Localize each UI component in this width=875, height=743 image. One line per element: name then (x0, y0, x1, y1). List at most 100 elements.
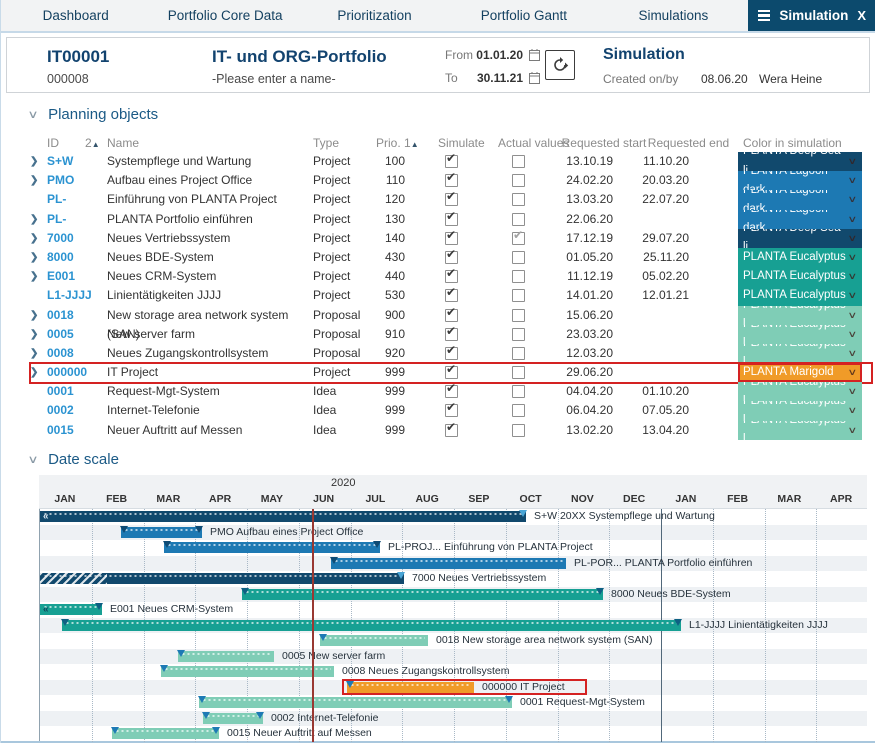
expand-chevron-icon[interactable] (30, 421, 42, 440)
nav-item-simulations[interactable]: Simulations (599, 0, 748, 31)
expand-chevron-icon[interactable]: ❯ (30, 344, 42, 363)
checkbox[interactable]: ✔ (445, 289, 458, 302)
chevron-down-icon[interactable]: ∨ (848, 267, 858, 286)
expand-chevron-icon[interactable]: ❯ (30, 267, 42, 286)
expand-chevron-icon[interactable] (30, 401, 42, 420)
row-id-link[interactable]: S+W 20XX (47, 152, 105, 171)
close-tab-icon[interactable]: X (857, 8, 866, 23)
table-row-pl-portfo-[interactable]: ❯PL-PORTFO...PLANTA Portfolio einführenP… (1, 210, 875, 229)
col-header-prio[interactable]: Prio. 1▲ (376, 136, 419, 150)
gantt-bar[interactable] (320, 635, 428, 646)
color-in-simulation-dropdown[interactable]: PLANTA Eucalyptus l...∨ (738, 344, 862, 363)
chevron-down-icon[interactable]: ∨ (27, 108, 38, 121)
color-in-simulation-dropdown[interactable]: PLANTA Eucalyptus∨ (738, 267, 862, 286)
chevron-down-icon[interactable]: ∨ (848, 190, 858, 209)
expand-chevron-icon[interactable] (30, 382, 42, 401)
checkbox[interactable]: ✔ (445, 232, 458, 245)
refresh-button[interactable] (545, 50, 575, 80)
calendar-icon[interactable] (529, 71, 540, 89)
chevron-down-icon[interactable]: ∨ (848, 152, 858, 171)
from-date-field[interactable]: 01.01.20 (475, 48, 523, 62)
checkbox[interactable]: ✔ (445, 404, 458, 417)
table-row-pl-project[interactable]: PL-PROJECTEinführung von PLANTA ProjectP… (1, 190, 875, 209)
color-in-simulation-dropdown[interactable]: PLANTA Lagoon dark∨ (738, 190, 862, 209)
chevron-down-icon[interactable]: ∨ (848, 248, 858, 267)
checkbox[interactable]: ✔ (445, 213, 458, 226)
nav-item-portfolio-core-data[interactable]: Portfolio Core Data (150, 0, 299, 31)
color-in-simulation-dropdown[interactable]: PLANTA Deep Sea li...∨ (738, 229, 862, 248)
checkbox[interactable]: ✔ (445, 328, 458, 341)
expand-chevron-icon[interactable]: ❯ (30, 363, 42, 382)
color-in-simulation-dropdown[interactable]: PLANTA Eucalyptus l...∨ (738, 401, 862, 420)
table-row-pmo[interactable]: ❯PMOAufbau eines Project OfficeProject11… (1, 171, 875, 190)
chevron-down-icon[interactable]: ∨ (848, 344, 858, 363)
row-id-link[interactable]: PMO (47, 171, 105, 190)
table-row-8000[interactable]: ❯8000Neues BDE-SystemProject430✔01.05.20… (1, 248, 875, 267)
gantt-bar[interactable] (203, 713, 263, 724)
checkbox[interactable]: ✔ (445, 174, 458, 187)
table-row-0002[interactable]: 0002Internet-TelefonieIdea999✔06.04.2007… (1, 401, 875, 420)
checkbox[interactable]: ✔ (445, 155, 458, 168)
checkbox[interactable]: ✔ (445, 424, 458, 437)
gantt-bar[interactable]: « (40, 604, 102, 615)
expand-chevron-icon[interactable] (30, 190, 42, 209)
date-scale-section-header[interactable]: ∨ Date scale (29, 451, 119, 468)
checkbox[interactable]: ✔ (445, 385, 458, 398)
row-id-link[interactable]: 0018 (47, 306, 105, 325)
table-row-0008[interactable]: ❯0008Neues ZugangskontrollsystemProposal… (1, 344, 875, 363)
expand-chevron-icon[interactable]: ❯ (30, 325, 42, 344)
row-id-link[interactable]: L1-JJJJ (47, 286, 105, 305)
expand-chevron-icon[interactable]: ❯ (30, 171, 42, 190)
row-id-link[interactable]: PL-PORTFO... (47, 210, 105, 229)
gantt-bar[interactable] (161, 666, 334, 677)
hamburger-menu-icon[interactable] (758, 10, 770, 21)
checkbox[interactable]: ✔ (445, 366, 458, 379)
gantt-bar[interactable] (112, 728, 219, 739)
chevron-down-icon[interactable]: ∨ (848, 421, 858, 440)
table-row-0001[interactable]: 0001Request-Mgt-SystemIdea999✔04.04.2001… (1, 382, 875, 401)
to-date-field[interactable]: 30.11.21 (475, 71, 523, 85)
checkbox[interactable]: ✔ (445, 270, 458, 283)
gantt-bar[interactable] (121, 527, 202, 538)
table-row-7000[interactable]: ❯7000Neues VertriebssystemProject140✔✔17… (1, 229, 875, 248)
color-in-simulation-dropdown[interactable]: PLANTA Eucalyptus∨ (738, 286, 862, 305)
row-id-link[interactable]: PL-PROJECT (47, 190, 105, 209)
color-in-simulation-dropdown[interactable]: PLANTA Lagoon dark∨ (738, 210, 862, 229)
gantt-bar[interactable] (199, 697, 512, 708)
col-header-name[interactable]: Name (107, 136, 139, 150)
row-id-link[interactable]: 0005 (47, 325, 105, 344)
expand-chevron-icon[interactable]: ❯ (30, 210, 42, 229)
col-header-id[interactable]: ID (47, 136, 59, 150)
col-header-color-in-simulation[interactable]: Color in simulation (743, 136, 842, 150)
table-row-e001[interactable]: ❯E001Neues CRM-SystemProject440✔11.12.19… (1, 267, 875, 286)
checkbox[interactable]: ✔ (445, 251, 458, 264)
expand-chevron-icon[interactable]: ❯ (30, 229, 42, 248)
expand-chevron-icon[interactable] (30, 286, 42, 305)
chevron-down-icon[interactable]: ∨ (848, 363, 858, 382)
calendar-icon[interactable] (529, 48, 540, 66)
checkbox[interactable]: ✔ (445, 309, 458, 322)
tab-simulation-active[interactable]: Simulation X (748, 0, 875, 31)
checkbox[interactable]: ✔ (445, 193, 458, 206)
color-in-simulation-dropdown[interactable]: PLANTA Eucalyptus l...∨ (738, 421, 862, 440)
color-in-simulation-dropdown[interactable]: PLANTA Marigold∨ (738, 363, 862, 382)
nav-item-portfolio-gantt[interactable]: Portfolio Gantt (449, 0, 598, 31)
nav-item-prioritization[interactable]: Prioritization (300, 0, 449, 31)
col-header-simulate[interactable]: Simulate (438, 136, 485, 150)
gantt-bar[interactable] (347, 682, 474, 693)
expand-chevron-icon[interactable]: ❯ (30, 248, 42, 267)
row-id-link[interactable]: 8000 (47, 248, 105, 267)
row-id-link[interactable]: E001 (47, 267, 105, 286)
portfolio-name-placeholder[interactable]: -Please enter a name- (212, 72, 336, 86)
table-row-0015[interactable]: 0015Neuer Auftritt auf MessenIdea999✔13.… (1, 421, 875, 440)
gantt-bar[interactable] (331, 558, 566, 569)
planning-objects-section-header[interactable]: ∨ Planning objects (29, 106, 158, 123)
expand-chevron-icon[interactable]: ❯ (30, 306, 42, 325)
gantt-bar[interactable] (62, 620, 681, 631)
chevron-down-icon[interactable]: ∨ (848, 286, 858, 305)
chevron-down-icon[interactable]: ∨ (848, 401, 858, 420)
gantt-bar[interactable] (40, 573, 404, 584)
gantt-bar[interactable] (178, 651, 274, 662)
table-row-0018[interactable]: ❯0018New storage area network system (SA… (1, 306, 875, 325)
chevron-down-icon[interactable]: ∨ (848, 325, 858, 344)
